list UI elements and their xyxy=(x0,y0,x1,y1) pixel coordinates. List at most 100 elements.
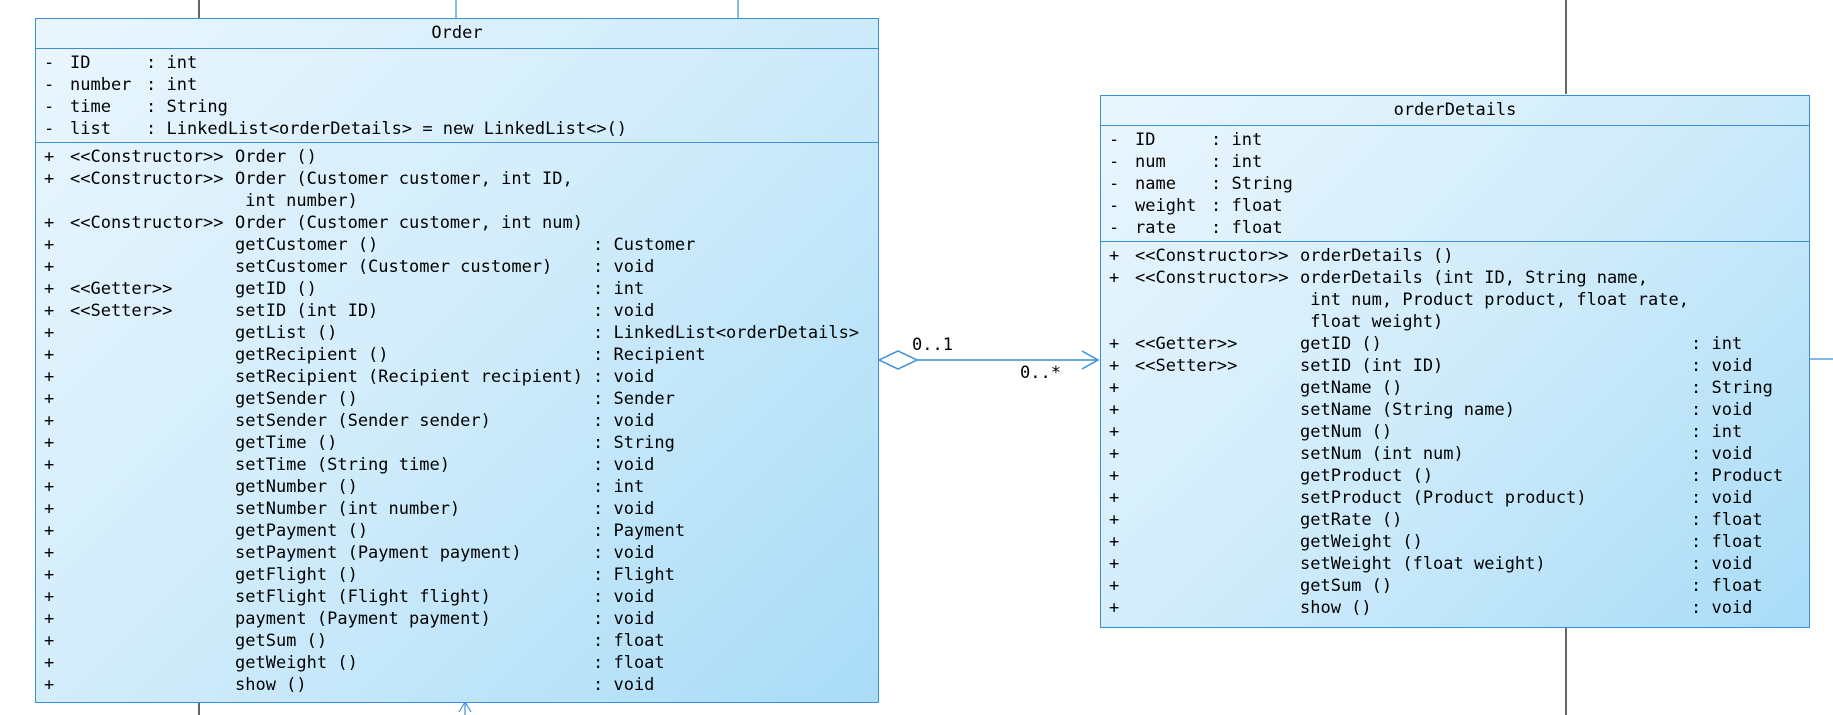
return-type: : float xyxy=(593,653,665,673)
visibility-marker: + xyxy=(44,411,55,431)
visibility-marker: + xyxy=(1109,598,1120,618)
order-class[interactable]: Order - ID: int - number: int - time: String -… xyxy=(35,18,879,703)
return-type: : void xyxy=(593,367,655,387)
visibility-marker: + xyxy=(1109,246,1120,266)
attribute-type: : float xyxy=(1211,218,1283,238)
return-type: : void xyxy=(593,609,655,629)
attribute-type: : float xyxy=(1211,196,1283,216)
operation-signature: getTime () xyxy=(235,433,338,453)
operation-signature: setCustomer (Customer customer) xyxy=(235,257,553,277)
operation-row: + <<Constructor>> orderDetails () xyxy=(1101,245,1809,267)
operation-signature: setSender (Sender sender) xyxy=(235,411,491,431)
operation-row: + setSender (Sender sender): void xyxy=(36,410,878,432)
return-type: : float xyxy=(1691,532,1763,552)
operation-signature: getSender () xyxy=(235,389,358,409)
visibility-marker: - xyxy=(44,119,55,139)
operation-signature: getID () xyxy=(235,279,317,299)
visibility-marker: + xyxy=(1109,422,1120,442)
visibility-marker: + xyxy=(44,631,55,651)
stereotype: <<Getter>> xyxy=(1135,334,1238,354)
visibility-marker: + xyxy=(44,345,55,365)
visibility-marker: + xyxy=(1109,356,1120,376)
operation-signature: getNumber () xyxy=(235,477,358,497)
operation-row: + setNum (int num): void xyxy=(1101,443,1809,465)
return-type: : void xyxy=(593,543,655,563)
stereotype: <<Constructor>> xyxy=(70,147,224,167)
return-type: : int xyxy=(1691,334,1743,354)
visibility-marker: + xyxy=(44,521,55,541)
attribute-type: : String xyxy=(146,97,228,117)
visibility-marker: + xyxy=(44,147,55,167)
visibility-marker: + xyxy=(44,653,55,673)
operation-signature: getRecipient () xyxy=(235,345,389,365)
operation-signature: getPayment () xyxy=(235,521,369,541)
source-multiplicity: 0..1 xyxy=(912,335,953,355)
return-type: : void xyxy=(593,301,655,321)
visibility-marker: + xyxy=(1109,488,1120,508)
visibility-marker: + xyxy=(1109,268,1120,288)
operation-row: + getName (): String xyxy=(1101,377,1809,399)
visibility-marker: + xyxy=(1109,334,1120,354)
operation-row: + show (): void xyxy=(1101,597,1809,619)
visibility-marker: + xyxy=(1109,400,1120,420)
operation-signature: setID (int ID) xyxy=(1300,356,1444,376)
operation-signature: getID () xyxy=(1300,334,1382,354)
operation-signature: int num, Product product, float rate, xyxy=(1300,290,1689,310)
visibility-marker: + xyxy=(44,301,55,321)
operation-row: + getCustomer (): Customer xyxy=(36,234,878,256)
attributes-compartment: - ID: int - num: int - name: String - weight: f… xyxy=(1101,126,1809,242)
visibility-marker: + xyxy=(1109,378,1120,398)
operation-row: + setCustomer (Customer customer): void xyxy=(36,256,878,278)
visibility-marker: + xyxy=(1109,532,1120,552)
operation-row: + getNumber () : int xyxy=(36,476,878,498)
return-type: : void xyxy=(593,499,655,519)
attribute-name: rate xyxy=(1135,218,1176,238)
return-type: : void xyxy=(1691,356,1753,376)
operation-row: + show (): void xyxy=(36,674,878,696)
operation-row: + getWeight (): float xyxy=(1101,531,1809,553)
class-title: Order xyxy=(36,19,878,49)
operations-compartment: + <<Constructor>> orderDetails () + <<Constr… xyxy=(1101,242,1809,621)
operation-signature: getFlight () xyxy=(235,565,358,585)
attribute-row: - time: String xyxy=(36,96,878,118)
visibility-marker: + xyxy=(1109,510,1120,530)
operation-signature: setWeight (float weight) xyxy=(1300,554,1546,574)
operation-row: + getWeight (): float xyxy=(36,652,878,674)
operation-row: + <<Constructor>> Order (Customer customer… xyxy=(36,168,878,190)
stereotype: <<Getter>> xyxy=(70,279,173,299)
orderdetails-class[interactable]: orderDetails - ID: int - num: int - name: Str… xyxy=(1100,95,1810,628)
visibility-marker: + xyxy=(44,235,55,255)
visibility-marker: + xyxy=(44,477,55,497)
attribute-name: ID xyxy=(70,53,91,73)
visibility-marker: - xyxy=(1109,174,1120,194)
operation-signature: setNumber (int number) xyxy=(235,499,461,519)
operation-signature: getProduct () xyxy=(1300,466,1434,486)
attribute-type: : String xyxy=(1211,174,1293,194)
operation-signature: Order (Customer customer, int ID, xyxy=(235,169,573,189)
return-type: : void xyxy=(1691,554,1753,574)
visibility-marker: + xyxy=(44,367,55,387)
operation-signature: show () xyxy=(1300,598,1372,618)
visibility-marker: + xyxy=(1109,466,1120,486)
operation-row: + <<Constructor>> orderDetails (int ID, St… xyxy=(1101,267,1809,289)
attribute-type: : int xyxy=(1211,152,1263,172)
operation-row: + setProduct (Product product): void xyxy=(1101,487,1809,509)
visibility-marker: + xyxy=(44,433,55,453)
operation-row: + getRecipient (): Recipient xyxy=(36,344,878,366)
stereotype: <<Constructor>> xyxy=(1135,268,1289,288)
operation-row: + <<Getter>> getID () : int xyxy=(1101,333,1809,355)
return-type: : void xyxy=(1691,444,1753,464)
operation-row: int num, Product product, float rate, xyxy=(1101,289,1809,311)
operations-compartment: + <<Constructor>> Order () + <<Constructor>>… xyxy=(36,143,878,698)
operation-row: + setRecipient (Recipient recipient): voi… xyxy=(36,366,878,388)
attributes-compartment: - ID: int - number: int - time: String - list: … xyxy=(36,49,878,143)
return-type: : Sender xyxy=(593,389,675,409)
return-type: : int xyxy=(593,477,645,497)
attribute-name: list xyxy=(70,119,111,139)
operation-signature: setNum (int num) xyxy=(1300,444,1464,464)
operation-row: + setTime (String time): void xyxy=(36,454,878,476)
operation-row: + setFlight (Flight flight): void xyxy=(36,586,878,608)
operation-signature: getSum () xyxy=(1300,576,1393,596)
visibility-marker: + xyxy=(44,609,55,629)
attribute-name: number xyxy=(70,75,132,95)
